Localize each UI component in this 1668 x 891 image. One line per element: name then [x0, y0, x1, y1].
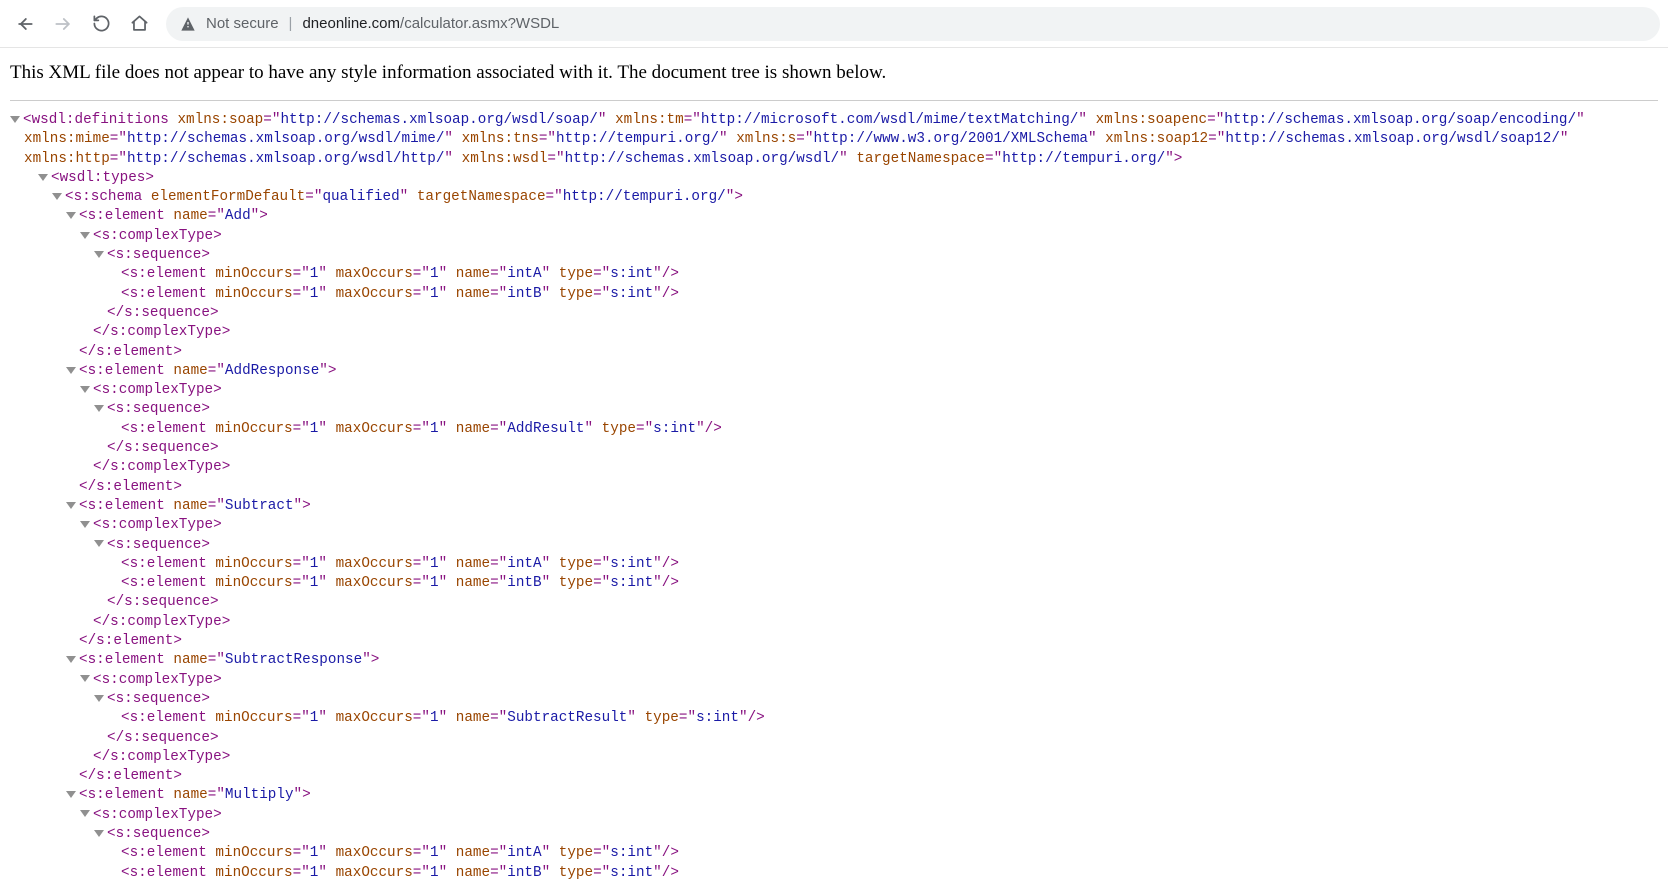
xml-schema-open: <s:schema elementFormDefault="qualified"… [10, 188, 1658, 207]
arrow-right-icon [53, 14, 73, 34]
address-bar[interactable]: Not secure | dneonline.com/calculator.as… [166, 7, 1660, 41]
xml-element-close: </s:element> [10, 478, 1658, 497]
xml-complextype-close: </s:complexType> [10, 748, 1658, 767]
xml-sequence-close: </s:sequence> [10, 729, 1658, 748]
xml-complextype-close: </s:complexType> [10, 323, 1658, 342]
separator [10, 100, 1658, 101]
xml-types-open: <wsdl:types> [10, 169, 1658, 188]
xml-element-open: <s:element name="AddResponse"> [10, 362, 1658, 381]
collapser-icon[interactable] [66, 502, 76, 509]
collapser-icon[interactable] [66, 791, 76, 798]
url-text: dneonline.com/calculator.asmx?WSDL [302, 15, 559, 32]
xml-complextype-open: <s:complexType> [10, 381, 1658, 400]
xml-sequence-open: <s:sequence> [10, 690, 1658, 709]
collapser-icon[interactable] [80, 810, 90, 817]
collapser-icon[interactable] [94, 695, 104, 702]
reload-icon [92, 14, 111, 33]
collapser-icon[interactable] [66, 367, 76, 374]
xml-sequence-open: <s:sequence> [10, 400, 1658, 419]
reload-button[interactable] [84, 7, 118, 41]
xml-element-open: <s:element name="Multiply"> [10, 786, 1658, 805]
collapser-icon[interactable] [10, 116, 20, 123]
security-label: Not secure [206, 15, 279, 32]
collapser-icon[interactable] [94, 405, 104, 412]
arrow-left-icon [15, 14, 35, 34]
xml-tree: <wsdl:definitions xmlns:soap="http://sch… [10, 111, 1658, 883]
page-content: This XML file does not appear to have an… [0, 48, 1668, 891]
xml-sequence-close: </s:sequence> [10, 304, 1658, 323]
collapser-icon[interactable] [52, 193, 62, 200]
xml-sequence-open: <s:sequence> [10, 825, 1658, 844]
xml-child-element: <s:element minOccurs="1" maxOccurs="1" n… [10, 709, 1658, 728]
collapser-icon[interactable] [80, 675, 90, 682]
xml-child-element: <s:element minOccurs="1" maxOccurs="1" n… [10, 265, 1658, 284]
xml-element-close: </s:element> [10, 343, 1658, 362]
xml-definitions-open-cont2: xmlns:http="http://schemas.xmlsoap.org/w… [10, 150, 1658, 169]
xml-complextype-open: <s:complexType> [10, 671, 1658, 690]
collapser-icon[interactable] [66, 212, 76, 219]
xml-child-element: <s:element minOccurs="1" maxOccurs="1" n… [10, 420, 1658, 439]
xml-child-element: <s:element minOccurs="1" maxOccurs="1" n… [10, 864, 1658, 883]
xml-element-open: <s:element name="SubtractResponse"> [10, 651, 1658, 670]
forward-button[interactable] [46, 7, 80, 41]
collapser-icon[interactable] [94, 251, 104, 258]
collapser-icon[interactable] [94, 830, 104, 837]
back-button[interactable] [8, 7, 42, 41]
collapser-icon[interactable] [80, 232, 90, 239]
xml-child-element: <s:element minOccurs="1" maxOccurs="1" n… [10, 285, 1658, 304]
collapser-icon[interactable] [66, 656, 76, 663]
collapser-icon[interactable] [94, 540, 104, 547]
xml-definitions-open: <wsdl:definitions xmlns:soap="http://sch… [10, 111, 1658, 130]
xml-sequence-close: </s:sequence> [10, 593, 1658, 612]
collapser-icon[interactable] [80, 521, 90, 528]
xml-element-close: </s:element> [10, 632, 1658, 651]
xml-child-element: <s:element minOccurs="1" maxOccurs="1" n… [10, 844, 1658, 863]
xml-complextype-open: <s:complexType> [10, 806, 1658, 825]
xml-element-open: <s:element name="Subtract"> [10, 497, 1658, 516]
xml-element-close: </s:element> [10, 767, 1658, 786]
xml-child-element: <s:element minOccurs="1" maxOccurs="1" n… [10, 555, 1658, 574]
xml-sequence-open: <s:sequence> [10, 246, 1658, 265]
address-divider: | [289, 15, 293, 32]
xml-complextype-open: <s:complexType> [10, 516, 1658, 535]
xml-element-open: <s:element name="Add"> [10, 207, 1658, 226]
home-button[interactable] [122, 7, 156, 41]
xml-complextype-open: <s:complexType> [10, 227, 1658, 246]
home-icon [130, 14, 149, 33]
xml-banner: This XML file does not appear to have an… [10, 56, 1658, 96]
collapser-icon[interactable] [80, 386, 90, 393]
xml-complextype-close: </s:complexType> [10, 458, 1658, 477]
xml-complextype-close: </s:complexType> [10, 613, 1658, 632]
xml-sequence-close: </s:sequence> [10, 439, 1658, 458]
browser-toolbar: Not secure | dneonline.com/calculator.as… [0, 0, 1668, 48]
xml-sequence-open: <s:sequence> [10, 536, 1658, 555]
not-secure-icon [180, 16, 196, 32]
collapser-icon[interactable] [38, 174, 48, 181]
xml-definitions-open-cont: xmlns:mime="http://schemas.xmlsoap.org/w… [10, 130, 1658, 149]
xml-child-element: <s:element minOccurs="1" maxOccurs="1" n… [10, 574, 1658, 593]
